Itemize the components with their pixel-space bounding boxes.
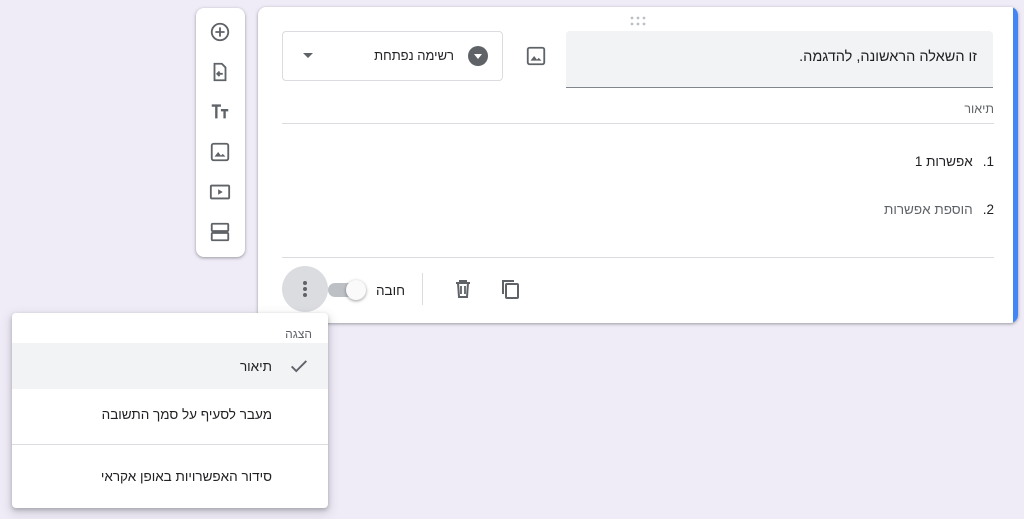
add-video-icon[interactable] [208, 180, 232, 204]
add-question-image-icon[interactable] [524, 44, 548, 68]
more-options-icon[interactable] [282, 266, 328, 312]
option-number: 2. [982, 202, 994, 217]
side-toolbar [196, 8, 245, 257]
footer-separator [422, 273, 423, 305]
add-option-item[interactable]: 2. הוספת אפשרות [884, 202, 994, 217]
dropdown-type-icon [468, 46, 488, 66]
active-card-indicator [1013, 7, 1018, 323]
required-label: חובה [376, 283, 406, 298]
add-section-icon[interactable] [208, 220, 232, 244]
add-title-icon[interactable] [208, 100, 232, 124]
question-type-select[interactable]: רשימה נפתחת [282, 31, 503, 81]
drag-handle-icon[interactable] [630, 13, 646, 26]
description-placeholder: תיאור [964, 102, 994, 116]
checkmark-icon [288, 355, 310, 377]
chevron-down-icon [303, 53, 313, 58]
trash-icon[interactable] [451, 277, 475, 301]
option-text: אפשרות 1 [914, 154, 973, 169]
menu-item-description[interactable]: תיאור [12, 343, 328, 389]
menu-item-label: תיאור [239, 358, 272, 374]
question-title-text: זו השאלה הראשונה, להדגמה. [799, 49, 977, 65]
duplicate-icon[interactable] [498, 277, 522, 301]
question-type-label: רשימה נפתחת [374, 48, 454, 63]
more-options-menu: הצגה תיאור מעבר לסעיף על סמך התשובה סידו… [12, 313, 328, 508]
menu-divider [12, 444, 328, 445]
menu-item-label: סידור האפשרויות באופן אקראי [100, 468, 272, 484]
menu-item-label: מעבר לסעיף על סמך התשובה [101, 406, 272, 422]
menu-item-shuffle-options[interactable]: סידור האפשרויות באופן אקראי [12, 453, 328, 499]
question-card[interactable]: זו השאלה הראשונה, להדגמה. רשימה נפתחת תי… [258, 7, 1018, 323]
toggle-knob [346, 280, 366, 300]
menu-item-go-to-section[interactable]: מעבר לסעיף על סמך התשובה [12, 391, 328, 437]
question-title-input[interactable]: זו השאלה הראשונה, להדגמה. [566, 31, 993, 88]
option-number: 1. [982, 154, 994, 169]
description-input[interactable]: תיאור [282, 99, 994, 124]
menu-header: הצגה [285, 327, 312, 341]
option-item[interactable]: 1. אפשרות 1 [915, 154, 994, 169]
add-option-text: הוספת אפשרות [884, 202, 973, 217]
footer-divider [282, 257, 994, 258]
import-questions-icon[interactable] [208, 60, 232, 84]
add-image-icon[interactable] [208, 140, 232, 164]
required-toggle[interactable] [328, 280, 366, 300]
add-question-icon[interactable] [208, 20, 232, 44]
